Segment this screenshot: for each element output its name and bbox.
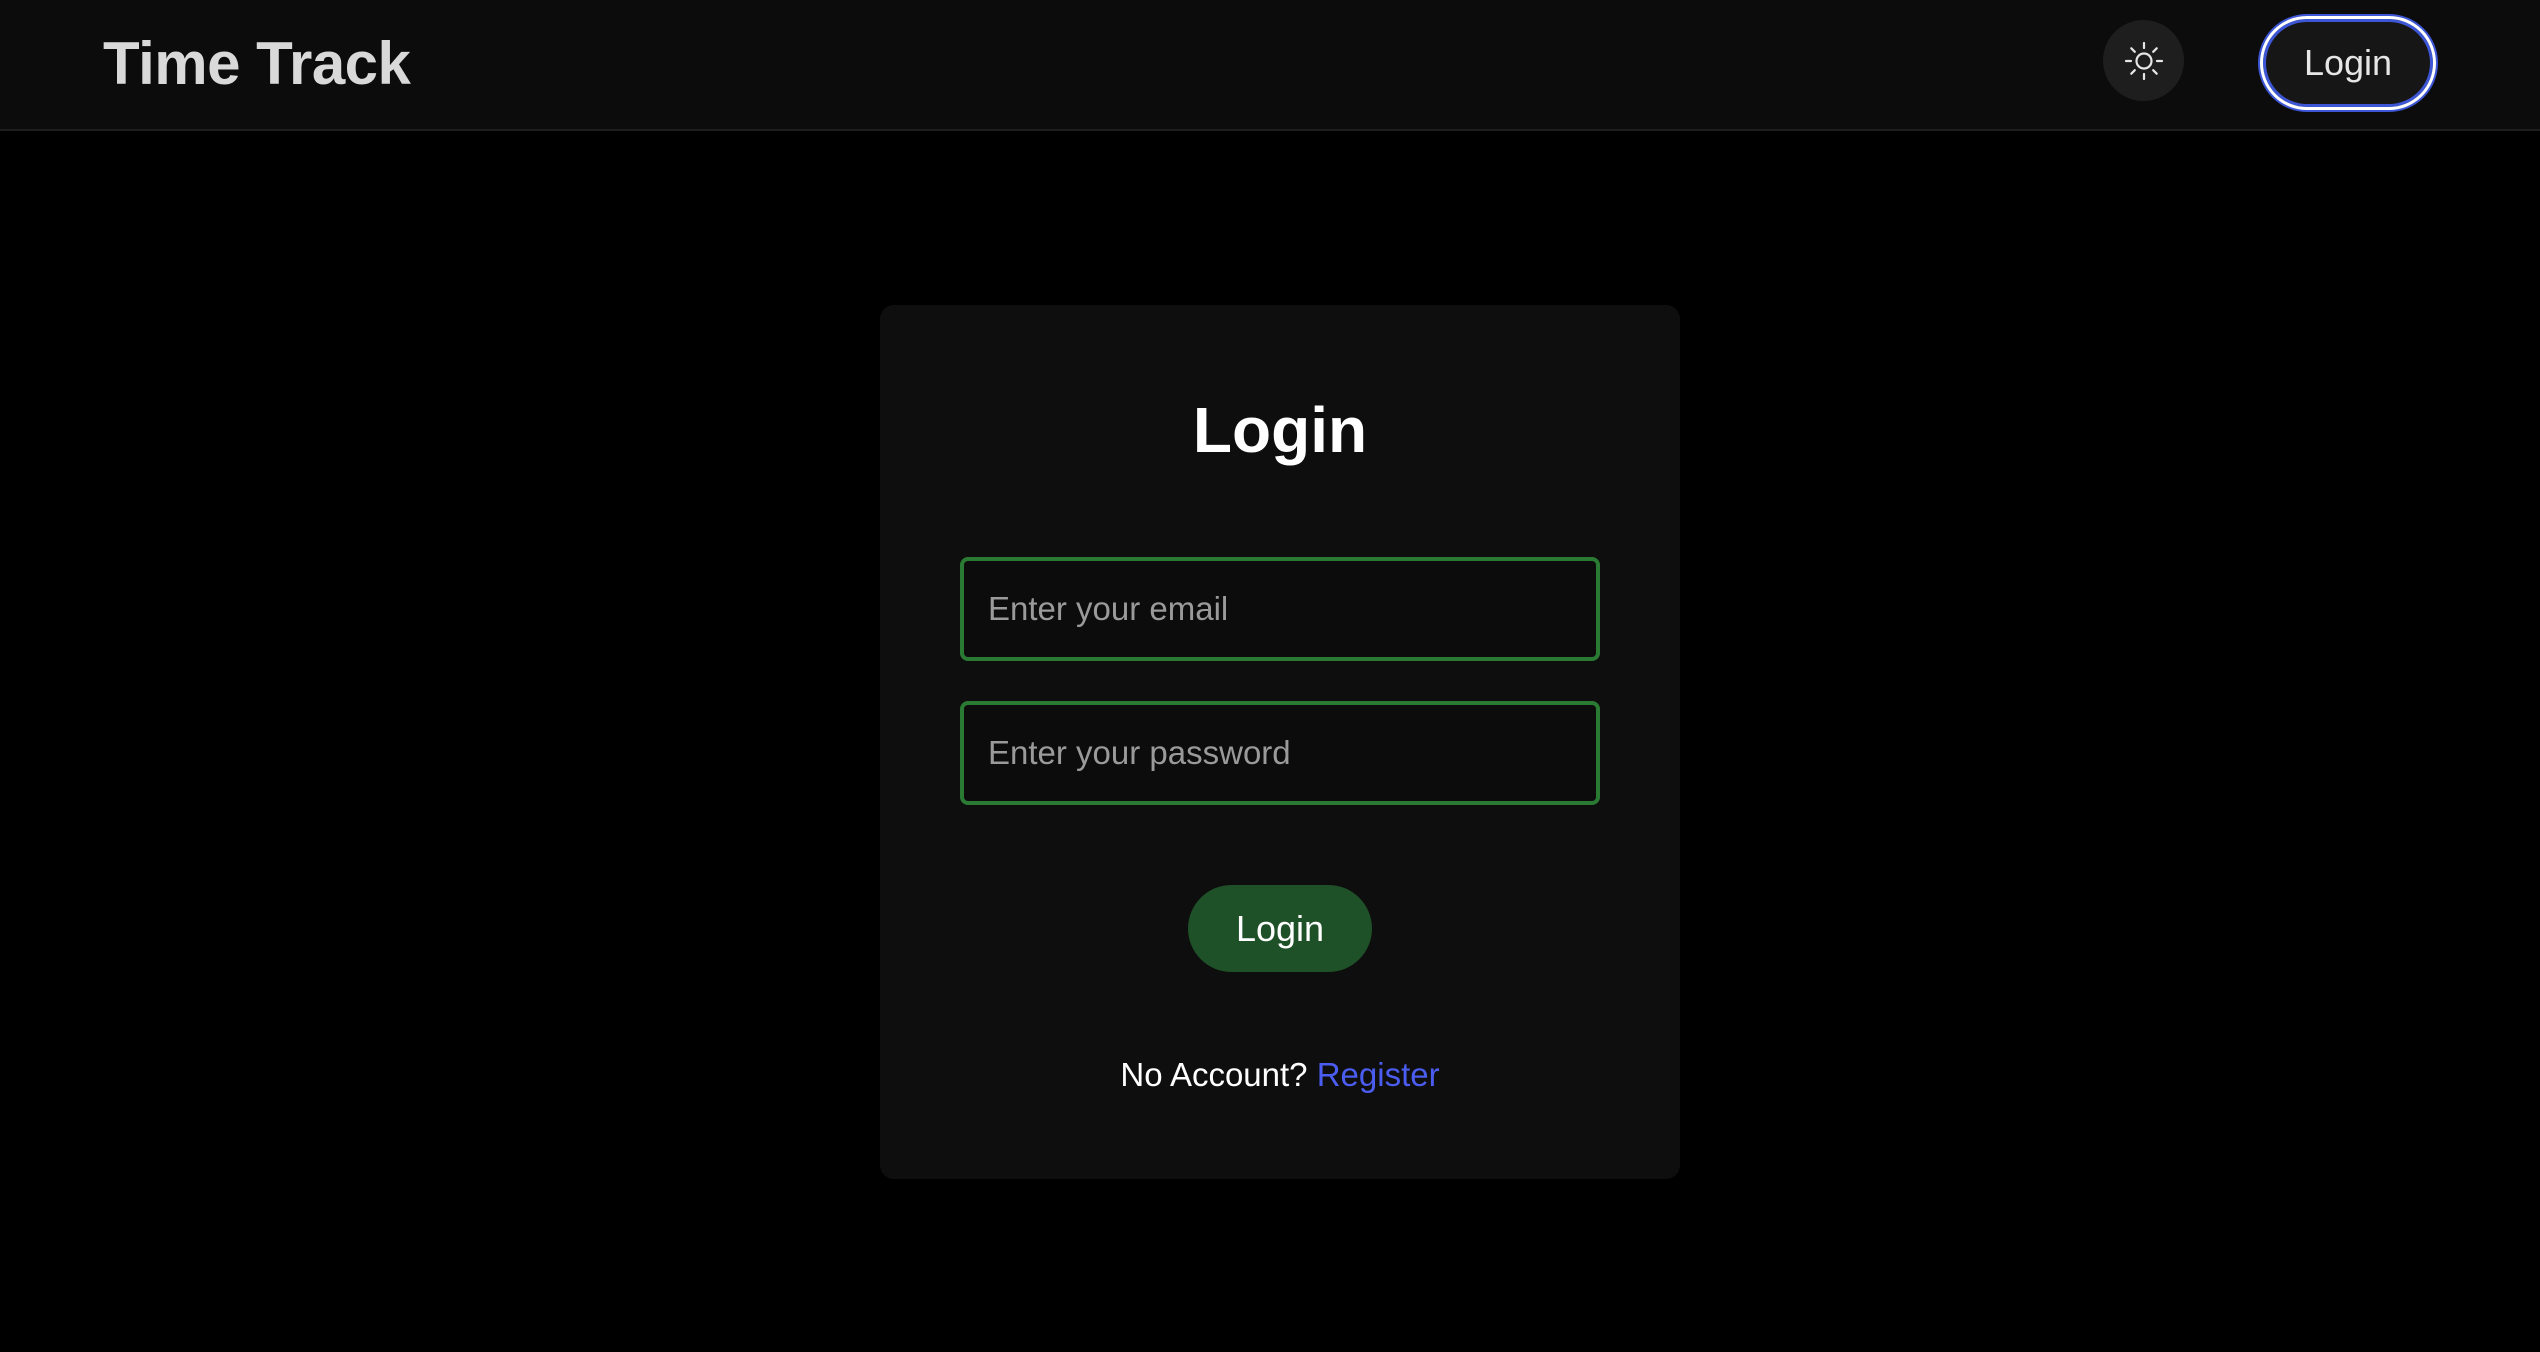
theme-toggle-button[interactable] (2103, 20, 2184, 101)
register-link[interactable]: Register (1317, 1056, 1440, 1093)
brand-title[interactable]: Time Track (103, 28, 411, 100)
login-submit-button[interactable]: Login (1188, 885, 1372, 972)
header-login-button[interactable]: Login (2260, 16, 2436, 110)
register-prompt: No Account? Register (0, 1052, 2540, 1098)
email-input[interactable] (960, 557, 1600, 661)
password-input[interactable] (960, 701, 1600, 805)
sun-icon (2124, 41, 2163, 80)
no-account-text: No Account? (1120, 1056, 1308, 1093)
top-navbar: Time Track Login (0, 0, 2540, 131)
login-heading: Login (1192, 394, 1368, 466)
